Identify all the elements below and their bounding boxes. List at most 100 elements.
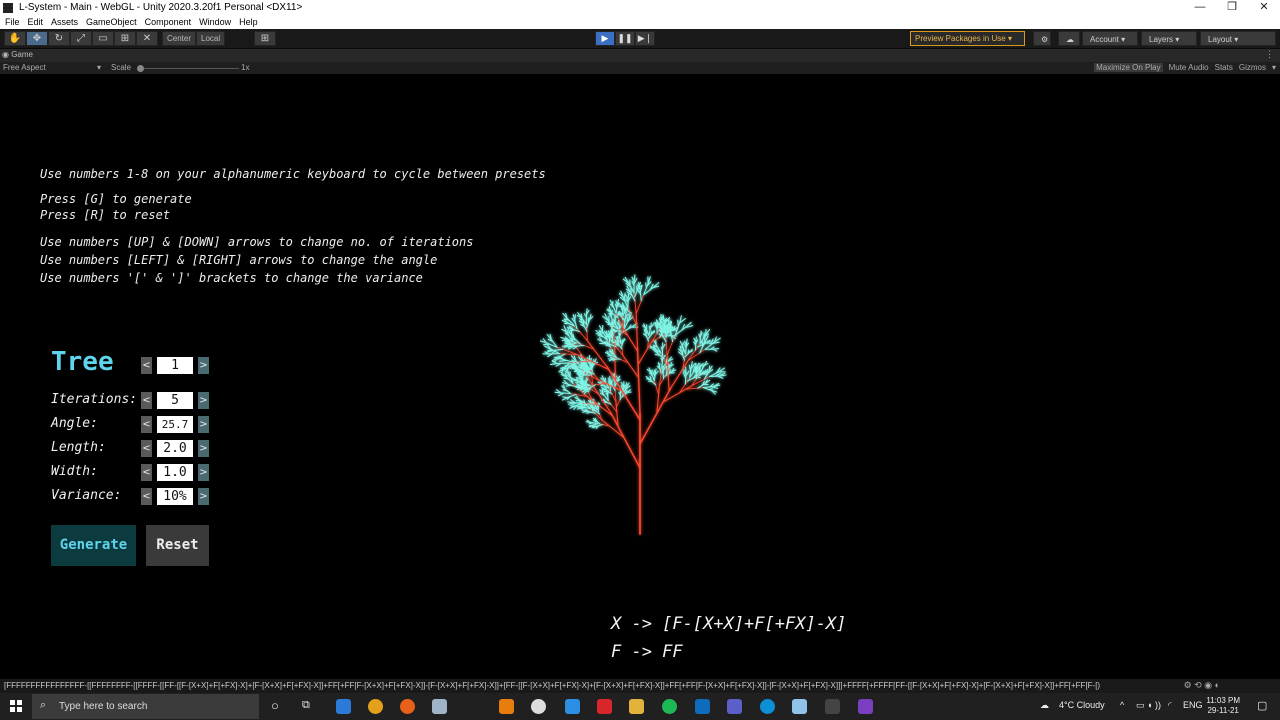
iterations-value: 5 bbox=[157, 392, 193, 409]
cloud-icon[interactable]: ☁ bbox=[1058, 31, 1080, 46]
menu-gameobject[interactable]: GameObject bbox=[86, 17, 137, 27]
instruction-variance: Use numbers '[' & ']' brackets to change… bbox=[40, 271, 423, 285]
variance-increase-button[interactable]: > bbox=[198, 488, 209, 505]
windows-start-icon[interactable] bbox=[10, 700, 22, 712]
iterations-increase-button[interactable]: > bbox=[198, 392, 209, 409]
hand-tool-icon[interactable]: ✋ bbox=[4, 31, 26, 46]
scale-slider-track[interactable] bbox=[139, 68, 239, 69]
tree-leaf bbox=[719, 367, 726, 372]
tree-leaf bbox=[549, 363, 558, 366]
app-icon-5[interactable] bbox=[792, 699, 807, 714]
menu-component[interactable]: Component bbox=[145, 17, 192, 27]
unreal-icon[interactable] bbox=[531, 699, 546, 714]
generate-button[interactable]: Generate bbox=[51, 525, 136, 566]
preview-packages-label: Preview Packages in Use bbox=[915, 34, 1006, 43]
tree-leaf bbox=[657, 361, 660, 367]
language-indicator[interactable]: ENG bbox=[1183, 700, 1203, 710]
chrome-icon[interactable] bbox=[368, 699, 383, 714]
close-button[interactable]: ✕ bbox=[1248, 0, 1280, 15]
iterations-label: Iterations: bbox=[51, 392, 138, 407]
restore-button[interactable]: ❐ bbox=[1216, 0, 1248, 15]
visual-studio-icon[interactable] bbox=[858, 699, 873, 714]
spotify-icon[interactable] bbox=[662, 699, 677, 714]
maximize-on-play-toggle[interactable]: Maximize On Play bbox=[1094, 63, 1163, 72]
tray-chevron-icon[interactable]: ^ bbox=[1120, 700, 1124, 710]
length-decrease-button[interactable]: < bbox=[141, 440, 152, 457]
preview-packages-dropdown[interactable]: Preview Packages in Use ▾ bbox=[910, 31, 1025, 46]
pivot-center-button[interactable]: Center bbox=[162, 31, 197, 46]
width-label: Width: bbox=[51, 464, 98, 479]
menu-help[interactable]: Help bbox=[239, 17, 258, 27]
pause-button[interactable]: ❚❚ bbox=[615, 31, 635, 46]
clock-date: 29-11-21 bbox=[1207, 706, 1239, 715]
console-status-bar[interactable]: [FFFFFFFFFFFFFFFF-[[FFFFFFFF-[[FFFF-[[FF… bbox=[0, 679, 1280, 693]
notifications-icon[interactable]: ▢ bbox=[1257, 699, 1267, 712]
weather-icon[interactable]: ☁ bbox=[1040, 700, 1049, 711]
settings-icon[interactable]: ⚙ bbox=[1033, 31, 1051, 46]
taskbar-clock[interactable]: 11:03 PM 29-11-21 bbox=[1206, 696, 1240, 716]
length-increase-button[interactable]: > bbox=[198, 440, 209, 457]
layout-dropdown[interactable]: Layout ▾ bbox=[1200, 31, 1276, 46]
explorer-icon[interactable] bbox=[432, 699, 447, 714]
tab-game[interactable]: ◉ Game bbox=[2, 50, 33, 59]
tree-leaf bbox=[713, 347, 720, 350]
step-button[interactable]: ▶❘ bbox=[635, 31, 655, 46]
angle-increase-button[interactable]: > bbox=[198, 416, 209, 433]
network-icon[interactable]: ◜ bbox=[1168, 700, 1172, 711]
minimize-button[interactable]: — bbox=[1184, 0, 1216, 15]
transform-tool-icon[interactable]: ⊞ bbox=[114, 31, 136, 46]
pivot-local-button[interactable]: Local bbox=[196, 31, 226, 46]
app-icon-2[interactable] bbox=[565, 699, 580, 714]
scale-tool-icon[interactable]: ⤢ bbox=[70, 31, 92, 46]
menu-file[interactable]: File bbox=[5, 17, 20, 27]
outlook-icon[interactable] bbox=[695, 699, 710, 714]
tree-branch bbox=[635, 311, 639, 349]
gizmos-chevron-icon[interactable]: ▾ bbox=[1272, 63, 1276, 72]
tree-leaf bbox=[556, 362, 570, 365]
game-view: Use numbers 1-8 on your alphanumeric key… bbox=[0, 74, 1280, 679]
width-increase-button[interactable]: > bbox=[198, 464, 209, 481]
blender-icon[interactable] bbox=[499, 699, 514, 714]
grid-icon[interactable]: ⊞ bbox=[254, 31, 276, 46]
move-tool-icon[interactable]: ✥ bbox=[26, 31, 48, 46]
scale-slider-knob[interactable] bbox=[137, 65, 144, 72]
tab-menu-icon[interactable]: ⋮ bbox=[1265, 49, 1274, 60]
preset-next-button[interactable]: > bbox=[198, 357, 209, 374]
app-icon-3[interactable] bbox=[597, 699, 612, 714]
edge-icon[interactable] bbox=[760, 699, 775, 714]
aspect-chevron-icon[interactable]: ▾ bbox=[97, 63, 101, 72]
layers-dropdown[interactable]: Layers ▾ bbox=[1141, 31, 1197, 46]
rotate-tool-icon[interactable]: ↻ bbox=[48, 31, 70, 46]
play-button[interactable]: ▶ bbox=[595, 31, 615, 46]
taskbar-search-box[interactable]: ⌕ Type here to search bbox=[32, 694, 259, 719]
tree-leaf bbox=[595, 423, 603, 428]
tray-icons[interactable]: ▭ ◖ )) bbox=[1136, 700, 1161, 711]
app-icon-4[interactable] bbox=[629, 699, 644, 714]
task-view-icon[interactable]: ⧉ bbox=[302, 699, 310, 712]
tree-leaf bbox=[574, 369, 581, 372]
preset-prev-button[interactable]: < bbox=[141, 357, 152, 374]
account-dropdown[interactable]: Account ▾ bbox=[1082, 31, 1138, 46]
menu-assets[interactable]: Assets bbox=[51, 17, 78, 27]
angle-decrease-button[interactable]: < bbox=[141, 416, 152, 433]
console-last-message[interactable]: [FFFFFFFFFFFFFFFF-[[FFFFFFFF-[[FFFF-[[FF… bbox=[4, 681, 1200, 690]
app-icon-1[interactable] bbox=[336, 699, 351, 714]
gizmos-dropdown[interactable]: Gizmos bbox=[1239, 63, 1266, 72]
aspect-dropdown[interactable]: Free Aspect bbox=[3, 63, 46, 72]
firefox-icon[interactable] bbox=[400, 699, 415, 714]
variance-decrease-button[interactable]: < bbox=[141, 488, 152, 505]
tree-leaf bbox=[627, 293, 630, 300]
iterations-decrease-button[interactable]: < bbox=[141, 392, 152, 409]
width-decrease-button[interactable]: < bbox=[141, 464, 152, 481]
menu-edit[interactable]: Edit bbox=[28, 17, 44, 27]
unity-taskbar-icon[interactable] bbox=[825, 699, 840, 714]
menu-window[interactable]: Window bbox=[199, 17, 231, 27]
teams-icon[interactable] bbox=[727, 699, 742, 714]
reset-button[interactable]: Reset bbox=[146, 525, 209, 566]
weather-text[interactable]: 4°C Cloudy bbox=[1059, 700, 1105, 710]
rect-tool-icon[interactable]: ▭ bbox=[92, 31, 114, 46]
mute-audio-toggle[interactable]: Mute Audio bbox=[1169, 63, 1209, 72]
custom-tool-icon[interactable]: ✕ bbox=[136, 31, 158, 46]
cortana-icon[interactable]: ○ bbox=[271, 698, 279, 713]
stats-toggle[interactable]: Stats bbox=[1215, 63, 1233, 72]
